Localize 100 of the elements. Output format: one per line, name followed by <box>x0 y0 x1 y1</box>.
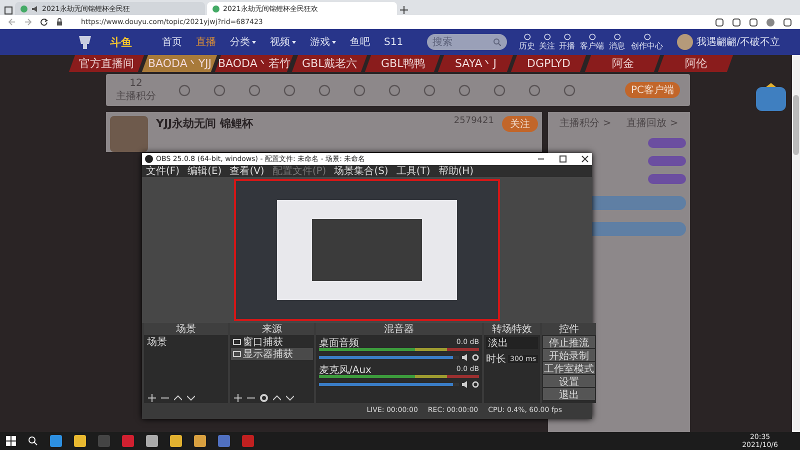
streamer-tab[interactable]: GBL戴老六 <box>292 55 368 72</box>
header-action[interactable]: 开播 <box>558 32 575 52</box>
header-action[interactable]: 创作中心 <box>630 32 663 52</box>
speaker-icon[interactable] <box>462 354 469 361</box>
reload-icon[interactable] <box>40 18 48 26</box>
menu-item[interactable]: 工具(T) <box>396 164 430 178</box>
dock-header: 控件 <box>542 323 596 335</box>
streamer-tab[interactable]: 阿伦 <box>658 55 734 72</box>
app-icon[interactable] <box>170 435 182 447</box>
tool-icon[interactable] <box>388 84 401 96</box>
header-action[interactable]: 消息 <box>608 32 625 52</box>
close-icon[interactable] <box>581 155 589 163</box>
lock-icon <box>56 18 63 26</box>
tool-icon[interactable] <box>283 84 296 96</box>
tool-icon[interactable] <box>213 84 226 96</box>
streamer-tab[interactable]: SAYA丶J <box>438 55 514 72</box>
plus-icon[interactable] <box>148 394 156 402</box>
back-icon[interactable] <box>8 18 16 26</box>
nav-link[interactable]: 首页 <box>162 35 182 49</box>
score-label: 主播积分 <box>116 90 156 102</box>
down-icon[interactable] <box>286 394 294 402</box>
username[interactable]: 我遇翩翩/不破不立 <box>696 35 780 49</box>
control-button[interactable]: 退出 <box>543 388 595 400</box>
speaker-icon <box>31 4 39 12</box>
app-icon[interactable] <box>146 435 158 447</box>
menu-item[interactable]: 文件(F) <box>146 164 180 178</box>
rank-badge <box>648 174 686 184</box>
up-icon[interactable] <box>174 394 182 402</box>
app-icon[interactable] <box>122 435 134 447</box>
tool-icon[interactable] <box>423 84 436 96</box>
source-item[interactable]: 窗口捕获 <box>231 336 313 348</box>
control-button[interactable]: 工作室模式 <box>543 362 595 374</box>
page-icon <box>212 4 220 12</box>
maximize-icon[interactable] <box>559 155 567 163</box>
nav-link[interactable]: 直播 <box>196 35 216 49</box>
duration-label: 时长 <box>486 352 506 366</box>
app-icon[interactable] <box>218 435 230 447</box>
menu-item[interactable]: 帮助(H) <box>438 164 474 178</box>
scene-item[interactable]: 场景 <box>145 336 227 348</box>
channel-name: 桌面音频 <box>319 336 359 348</box>
plus-icon[interactable] <box>234 394 242 402</box>
gear-icon[interactable] <box>472 354 479 361</box>
tool-icon[interactable] <box>458 84 471 96</box>
scroll-thumb[interactable] <box>793 95 799 155</box>
speaker-icon[interactable] <box>462 381 469 388</box>
rank-badge <box>648 156 686 166</box>
streamer-tab[interactable]: 阿金 <box>584 55 660 72</box>
score-value: 12 <box>130 78 142 88</box>
new-tab-icon[interactable] <box>399 5 409 15</box>
streamer-tab[interactable]: DGPLYD <box>511 55 587 72</box>
tab-list-icon[interactable] <box>4 6 13 15</box>
menu-item[interactable]: 编辑(E) <box>188 164 222 178</box>
header-action[interactable]: 历史 <box>518 32 535 52</box>
search-icon[interactable] <box>28 436 38 446</box>
tool-icon[interactable] <box>178 84 191 96</box>
up-icon[interactable] <box>273 394 281 402</box>
tool-icon[interactable] <box>528 84 541 96</box>
profile-icon[interactable] <box>766 18 775 26</box>
gear-icon[interactable] <box>472 381 479 388</box>
header-action[interactable]: 客户端 <box>580 32 604 52</box>
tool-icon[interactable] <box>248 84 261 96</box>
nav-link[interactable]: 分类 <box>230 35 256 49</box>
tool-icon[interactable] <box>563 84 576 96</box>
control-button[interactable]: 设置 <box>543 375 595 387</box>
tool-icon[interactable] <box>318 84 331 96</box>
nav-link[interactable]: S11 <box>384 35 404 49</box>
scrollbar[interactable] <box>792 55 800 432</box>
follower-count: 2579421 <box>454 116 494 126</box>
menu-item[interactable]: 场景集合(S) <box>334 164 388 178</box>
gear-icon[interactable] <box>260 394 268 402</box>
streamer-tab[interactable]: GBL鸭鸭 <box>364 55 440 72</box>
dock-header: 场景 <box>144 323 228 335</box>
windows-icon[interactable] <box>6 436 16 446</box>
control-button[interactable]: 开始录制 <box>543 349 595 361</box>
app-icon[interactable] <box>194 435 206 447</box>
source-item[interactable]: 显示器捕获 <box>231 348 313 360</box>
nav-link[interactable]: 视频 <box>270 35 296 49</box>
menu-item[interactable]: 查看(V) <box>230 164 264 178</box>
streamer-tab[interactable]: BAODA丶若竹 <box>215 55 294 72</box>
source-name: 窗口捕获 <box>243 336 283 348</box>
streamer-tab[interactable]: 官方直播间 <box>68 55 144 72</box>
dock-header: 混音器 <box>316 323 482 335</box>
header-action[interactable]: 关注 <box>538 32 555 52</box>
search-icon <box>492 38 501 46</box>
app-icon[interactable] <box>74 435 86 447</box>
down-icon[interactable] <box>187 394 195 402</box>
dock-header: 转场特效 <box>484 323 540 335</box>
page-icon <box>20 4 28 12</box>
avatar-icon[interactable] <box>676 34 693 50</box>
control-button[interactable]: 停止推流 <box>543 336 595 348</box>
trophy-logo-icon <box>76 34 94 50</box>
dock-header: 来源 <box>230 323 314 335</box>
transition-select[interactable]: 淡出 <box>486 337 538 349</box>
nav-link[interactable]: 鱼吧 <box>350 35 370 49</box>
mascot-icon <box>754 83 788 113</box>
app-icon[interactable] <box>50 435 62 447</box>
forward-icon[interactable] <box>24 18 32 26</box>
tool-icon[interactable] <box>353 84 366 96</box>
tool-icon[interactable] <box>493 84 506 96</box>
nav-link[interactable]: 游戏 <box>310 35 336 49</box>
